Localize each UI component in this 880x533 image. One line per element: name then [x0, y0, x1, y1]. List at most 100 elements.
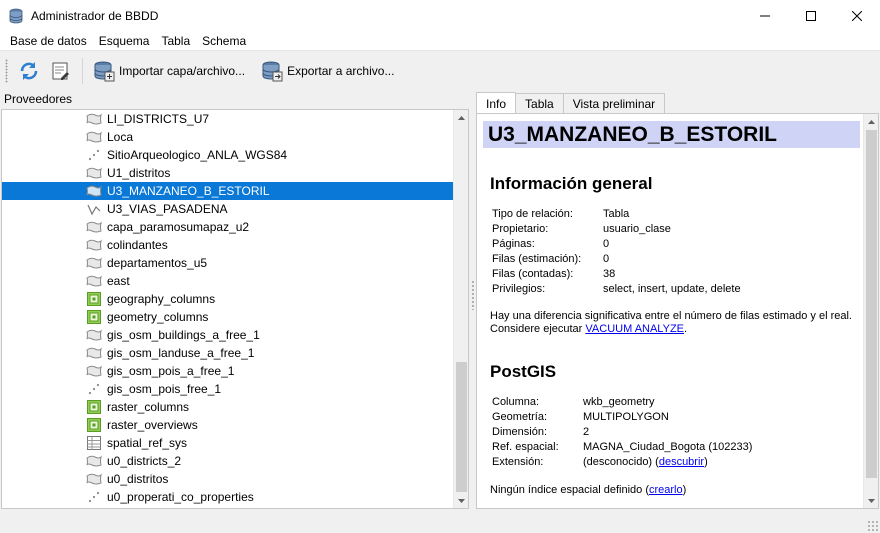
- polygon-layer-icon: [85, 183, 103, 199]
- tree-item[interactable]: SitioArqueologico_ANLA_WGS84: [2, 146, 455, 164]
- info-scroll-down-arrow[interactable]: [864, 493, 878, 508]
- tree-item[interactable]: u0_distritos: [2, 470, 455, 488]
- tree-scrollbar[interactable]: [453, 110, 468, 508]
- tab-vista-preliminar[interactable]: Vista preliminar: [562, 93, 666, 114]
- tree-item[interactable]: capa_paramosumapaz_u2: [2, 218, 455, 236]
- tree-item-label: raster_columns: [107, 400, 190, 414]
- chevron-down-icon: [458, 498, 465, 503]
- tree-item[interactable]: gis_osm_pois_free_1: [2, 380, 455, 398]
- providers-tree[interactable]: LI_DISTRICTS_U7 Loca SitioArqueologico_ANL…: [1, 109, 469, 509]
- value-geometry: MULTIPOLYGON: [583, 411, 669, 423]
- warning-line-2: Considere ejecutar VACUUM ANALYZE.: [490, 323, 860, 336]
- tree-item-label: gis_osm_pois_free_1: [107, 382, 222, 396]
- polygon-layer-icon: [85, 273, 103, 289]
- tab-info[interactable]: Info: [476, 92, 517, 114]
- scroll-up-arrow[interactable]: [454, 110, 468, 125]
- maximize-button[interactable]: [788, 0, 834, 31]
- tree-item[interactable]: u0_properati_co_properties: [2, 488, 455, 506]
- maximize-icon: [806, 10, 816, 21]
- refresh-button[interactable]: [16, 58, 42, 84]
- value-owner: usuario_clase: [603, 223, 671, 235]
- sql-window-icon: [52, 62, 69, 80]
- tree-item[interactable]: east: [2, 272, 455, 290]
- status-bar: [0, 513, 880, 533]
- minimize-icon: [760, 15, 770, 16]
- tree-item[interactable]: gis_osm_pois_a_free_1: [2, 362, 455, 380]
- scroll-down-arrow[interactable]: [454, 493, 468, 508]
- tree-item-label: LI_DISTRICTS_U7: [107, 112, 210, 126]
- panel-splitter[interactable]: [471, 280, 475, 310]
- spatial-index-note: Ningún índice espacial definido (crearlo…: [490, 484, 860, 497]
- value-spatial-ref: MAGNA_Ciudad_Bogota (102233): [583, 441, 753, 453]
- menu-esquema[interactable]: Esquema: [93, 34, 156, 48]
- info-scrollbar[interactable]: [863, 114, 878, 508]
- tree-item[interactable]: raster_overviews: [2, 416, 455, 434]
- table-title: U3_MANZANEO_B_ESTORIL: [483, 121, 860, 148]
- label-rows-estimated: Filas (estimación):: [492, 253, 582, 265]
- close-button[interactable]: [834, 0, 880, 31]
- menu-schema[interactable]: Schema: [196, 34, 252, 48]
- tree-item-label: capa_paramosumapaz_u2: [107, 220, 250, 234]
- table-icon: [85, 435, 103, 451]
- tree-item[interactable]: gis_osm_landuse_a_free_1: [2, 344, 455, 362]
- postgis-info-list: Columna: wkb_geometry Geometría: MULTIPOLY…: [492, 395, 752, 470]
- label-owner: Propietario:: [492, 223, 549, 235]
- database-import-icon: [94, 61, 115, 82]
- toolbar: Importar capa/archivo... Exportar a arch…: [0, 52, 880, 90]
- tree-item[interactable]: Loca: [2, 128, 455, 146]
- warning-line-1: Hay una diferencia significativa entre e…: [490, 310, 852, 322]
- point-layer-icon: [85, 489, 103, 505]
- scroll-thumb[interactable]: [456, 362, 467, 492]
- general-info-list: Tipo de relación: Tabla Propietario: usuar…: [492, 207, 741, 297]
- menu-tabla[interactable]: Tabla: [155, 34, 196, 48]
- toolbar-grip[interactable]: [5, 59, 8, 83]
- polygon-layer-icon: [85, 237, 103, 253]
- tab-bar: Info Tabla Vista preliminar: [476, 92, 666, 114]
- tree-item[interactable]: U3_VIAS_PASADENA: [2, 200, 455, 218]
- label-relation-type: Tipo de relación:: [492, 208, 573, 220]
- minimize-button[interactable]: [742, 0, 788, 31]
- tree-item-label: geography_columns: [107, 292, 216, 306]
- tree-item[interactable]: U3_MANZANEO_B_ESTORIL: [2, 182, 455, 200]
- tree-item[interactable]: u0_districts_2: [2, 452, 455, 470]
- menu-base-de-datos[interactable]: Base de datos: [4, 34, 93, 48]
- general-info-heading: Información general: [490, 174, 653, 193]
- vacuum-analyze-link[interactable]: VACUUM ANALYZE: [585, 323, 684, 335]
- value-extent: (desconocido) (descubrir): [583, 455, 708, 470]
- tree-item-label: raster_overviews: [107, 418, 198, 432]
- tree-item-label: east: [107, 274, 130, 288]
- tree-item[interactable]: geometry_columns: [2, 308, 455, 326]
- tree-item[interactable]: colindantes: [2, 236, 455, 254]
- label-pages: Páginas:: [492, 238, 535, 250]
- tree-item[interactable]: spatial_ref_sys: [2, 434, 455, 452]
- export-file-button[interactable]: Exportar a archivo...: [257, 57, 398, 85]
- import-layer-button[interactable]: Importar capa/archivo...: [89, 57, 249, 85]
- tree-item-label: gis_osm_buildings_a_free_1: [107, 328, 260, 342]
- value-column: wkb_geometry: [583, 396, 655, 408]
- tree-item-label: geometry_columns: [107, 310, 209, 324]
- label-geometry: Geometría:: [492, 411, 548, 423]
- value-rows-estimated: 0: [603, 253, 610, 265]
- database-export-icon: [262, 61, 283, 82]
- polygon-layer-icon: [85, 327, 103, 343]
- tree-item[interactable]: LI_DISTRICTS_U7: [2, 110, 455, 128]
- tree-item[interactable]: gis_osm_buildings_a_free_1: [2, 326, 455, 344]
- tree-item[interactable]: geography_columns: [2, 290, 455, 308]
- tree-item[interactable]: departamentos_u5: [2, 254, 455, 272]
- tree-item-label: SitioArqueologico_ANLA_WGS84: [107, 148, 288, 162]
- create-index-link[interactable]: crearlo: [649, 484, 683, 496]
- point-layer-icon: [85, 147, 103, 163]
- tab-tabla[interactable]: Tabla: [515, 93, 564, 114]
- discover-extent-link[interactable]: descubrir: [659, 456, 704, 468]
- value-pages: 0: [603, 238, 610, 250]
- size-grip[interactable]: [867, 520, 878, 531]
- tree-item[interactable]: raster_columns: [2, 398, 455, 416]
- line-layer-icon: [85, 201, 103, 217]
- polygon-layer-icon: [85, 255, 103, 271]
- info-scroll-up-arrow[interactable]: [864, 114, 878, 129]
- info-scroll-thumb[interactable]: [866, 130, 877, 478]
- tree-item[interactable]: U1_distritos: [2, 164, 455, 182]
- label-extent: Extensión:: [492, 456, 544, 468]
- label-column: Columna:: [492, 396, 540, 408]
- sql-window-button[interactable]: [48, 58, 74, 84]
